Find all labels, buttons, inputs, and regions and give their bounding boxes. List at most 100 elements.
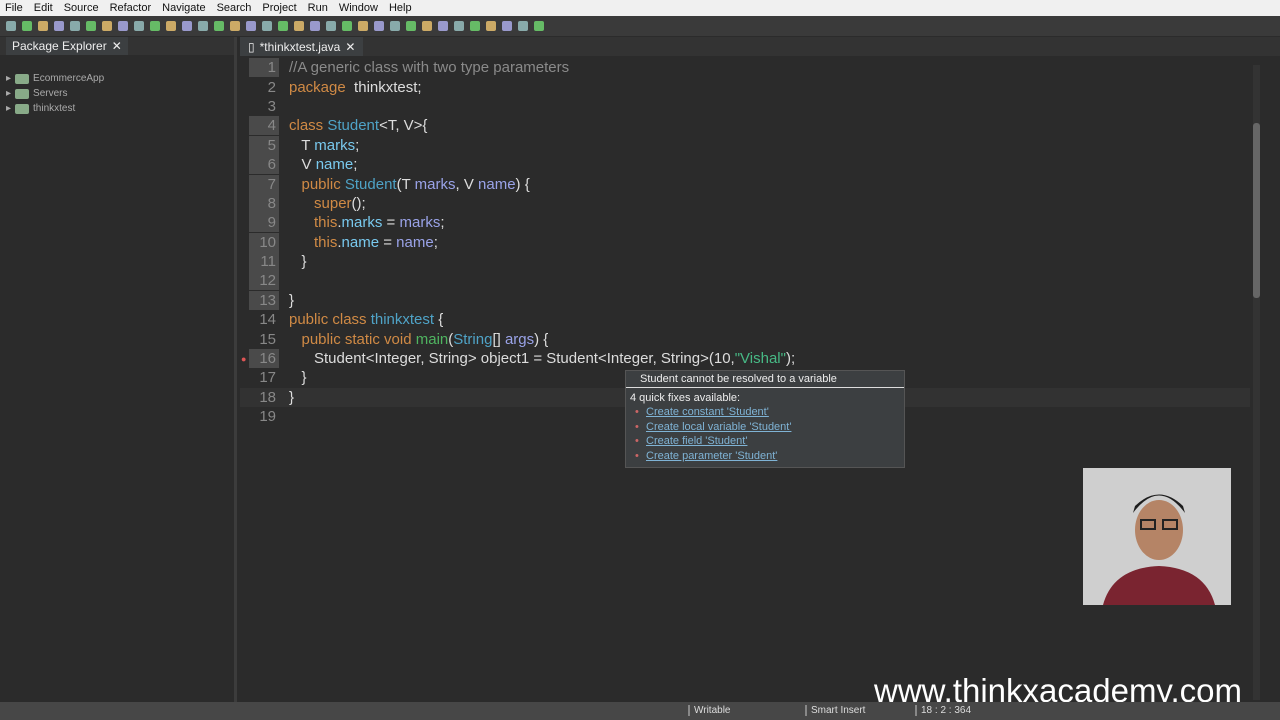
toolbar-button-icon[interactable] xyxy=(38,21,48,31)
toolbar-button-icon[interactable] xyxy=(182,21,192,31)
toolbar-button-icon[interactable] xyxy=(86,21,96,31)
menu-run[interactable]: Run xyxy=(303,2,334,14)
toolbar-button-icon[interactable] xyxy=(262,21,272,31)
error-icon[interactable]: ● xyxy=(241,354,246,364)
code-token: Student xyxy=(344,175,397,193)
toolbar-button-icon[interactable] xyxy=(518,21,528,31)
code-text: public class thinkxtest { xyxy=(289,311,443,328)
toolbar-button-icon[interactable] xyxy=(278,21,288,31)
package-explorer-title: Package Explorer xyxy=(12,39,107,53)
toolbar-button-icon[interactable] xyxy=(230,21,240,31)
code-token: main xyxy=(415,330,449,348)
toolbar-button-icon[interactable] xyxy=(422,21,432,31)
quick-fix-link[interactable]: Create constant 'Student' xyxy=(626,406,904,421)
tree-item[interactable]: ▸ Servers xyxy=(0,86,234,101)
code-token: thinkxtest; xyxy=(345,78,422,96)
toolbar-button-icon[interactable] xyxy=(166,21,176,31)
line-number: 7 xyxy=(249,174,279,194)
menu-file[interactable]: File xyxy=(0,2,29,14)
error-message: Student cannot be resolved to a variable xyxy=(626,371,904,388)
toolbar-button-icon[interactable] xyxy=(22,21,32,31)
toolbar-button-icon[interactable] xyxy=(150,21,160,31)
toolbar-button-icon[interactable] xyxy=(534,21,544,31)
expand-arrow-icon[interactable]: ▸ xyxy=(6,88,11,99)
line-number: 1 xyxy=(249,58,279,78)
toolbar-button-icon[interactable] xyxy=(294,21,304,31)
code-token: name xyxy=(315,156,354,174)
toolbar-button-icon[interactable] xyxy=(102,21,112,31)
toolbar-button-icon[interactable] xyxy=(214,21,224,31)
expand-arrow-icon[interactable]: ▸ xyxy=(6,103,11,114)
code-token: "Vishal" xyxy=(734,350,786,368)
menu-project[interactable]: Project xyxy=(257,2,302,14)
expand-arrow-icon[interactable]: ▸ xyxy=(6,73,11,84)
quick-fix-link[interactable]: Create field 'Student' xyxy=(626,435,904,450)
line-number: 17 xyxy=(259,369,276,387)
quick-fix-link[interactable]: Create parameter 'Student' xyxy=(626,450,904,465)
code-text: } xyxy=(289,369,307,386)
code-token: = xyxy=(379,233,397,251)
tab-thinkxtest-java[interactable]: ▯ *thinkxtest.java ✕ xyxy=(240,37,364,56)
menu-search[interactable]: Search xyxy=(212,2,258,14)
toolbar-button-icon[interactable] xyxy=(406,21,416,31)
toolbar-button-icon[interactable] xyxy=(310,21,320,31)
code-token: ; xyxy=(440,214,445,232)
tree-item[interactable]: ▸ EcommerceApp xyxy=(0,71,234,86)
toolbar-button-icon[interactable] xyxy=(342,21,352,31)
code-token: marks xyxy=(414,175,456,193)
toolbar-button-icon[interactable] xyxy=(134,21,144,31)
quick-fix-popup: Student cannot be resolved to a variable… xyxy=(625,370,905,468)
toolbar-button-icon[interactable] xyxy=(390,21,400,31)
toolbar-button-icon[interactable] xyxy=(118,21,128,31)
close-icon[interactable]: ✕ xyxy=(345,40,355,54)
project-icon xyxy=(15,88,30,99)
tree-item-label: Servers xyxy=(33,88,68,99)
code-token: name xyxy=(396,233,434,251)
code-text: this.name = name; xyxy=(289,234,438,251)
code-line: 1 //A generic class with two type paramet… xyxy=(240,58,1250,78)
toolbar-button-icon[interactable] xyxy=(70,21,80,31)
toolbar-button-icon[interactable] xyxy=(486,21,496,31)
code-token: ; xyxy=(355,136,360,154)
menu-bar: File Edit Source Refactor Navigate Search Proj… xyxy=(0,0,1280,16)
toolbar-button-icon[interactable] xyxy=(54,21,64,31)
tree-item[interactable]: ▸ thinkxtest xyxy=(0,101,234,116)
menu-navigate[interactable]: Navigate xyxy=(157,2,211,14)
close-icon[interactable]: ✕ xyxy=(112,39,122,53)
code-token: name xyxy=(478,175,516,193)
code-token: this xyxy=(289,233,338,251)
project-icon xyxy=(15,103,30,114)
scrollbar-thumb[interactable] xyxy=(1253,123,1260,298)
package-explorer-header: Package Explorer ✕ xyxy=(0,37,234,55)
toolbar-button-icon[interactable] xyxy=(454,21,464,31)
code-token: [] xyxy=(492,330,505,348)
toolbar-button-icon[interactable] xyxy=(246,21,256,31)
package-explorer-panel: Package Explorer ✕ ▸ EcommerceApp ▸ Servers… xyxy=(0,37,237,702)
code-token: name xyxy=(341,233,380,251)
toolbar-button-icon[interactable] xyxy=(502,21,512,31)
toolbar-button-icon[interactable] xyxy=(326,21,336,31)
toolbar-button-icon[interactable] xyxy=(6,21,16,31)
line-number: 6 xyxy=(249,155,279,175)
menu-help[interactable]: Help xyxy=(384,2,418,14)
menu-edit[interactable]: Edit xyxy=(29,2,59,14)
code-token: } xyxy=(289,369,307,387)
vertical-scrollbar[interactable] xyxy=(1253,65,1260,700)
menu-refactor[interactable]: Refactor xyxy=(105,2,158,14)
toolbar-button-icon[interactable] xyxy=(438,21,448,31)
toolbar-button-icon[interactable] xyxy=(374,21,384,31)
code-token: { xyxy=(434,311,444,329)
toolbar-button-icon[interactable] xyxy=(358,21,368,31)
code-token: ) { xyxy=(515,175,530,193)
tab-package-explorer[interactable]: Package Explorer ✕ xyxy=(6,37,128,55)
menu-window[interactable]: Window xyxy=(334,2,384,14)
menu-source[interactable]: Source xyxy=(59,2,105,14)
project-tree: ▸ EcommerceApp ▸ Servers ▸ thinkxtest xyxy=(0,71,234,116)
code-token: Student<Integer, String> object1 = Stude… xyxy=(289,350,735,368)
tree-item-label: thinkxtest xyxy=(33,103,76,114)
toolbar-button-icon[interactable] xyxy=(198,21,208,31)
line-number: 3 xyxy=(267,97,276,115)
code-line: 5 T marks; xyxy=(240,135,1250,155)
quick-fix-link[interactable]: Create local variable 'Student' xyxy=(626,421,904,436)
toolbar-button-icon[interactable] xyxy=(470,21,480,31)
